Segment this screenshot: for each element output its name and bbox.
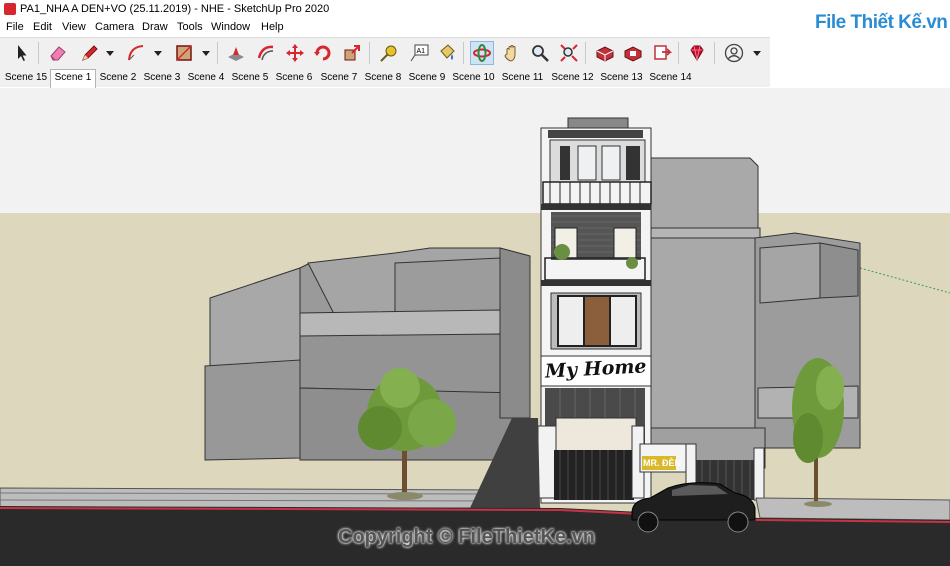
offset-tool[interactable] xyxy=(254,41,278,65)
ruby-icon xyxy=(690,45,704,61)
menu-tools[interactable]: Tools xyxy=(177,21,203,33)
main-toolbar: A1 xyxy=(0,37,770,70)
menu-view[interactable]: View xyxy=(62,21,86,33)
toolbar-separator xyxy=(463,42,464,64)
chevron-down-icon[interactable] xyxy=(153,48,163,58)
scene-tab-3[interactable]: Scene 3 xyxy=(141,70,183,86)
menu-edit[interactable]: Edit xyxy=(33,21,52,33)
scene-tab-10[interactable]: Scene 10 xyxy=(450,70,497,86)
scene-tab-4[interactable]: Scene 4 xyxy=(185,70,227,86)
toolbar-separator xyxy=(369,42,370,64)
scene-tab-2[interactable]: Scene 2 xyxy=(97,70,139,86)
line-tool[interactable] xyxy=(78,41,102,65)
eraser-icon xyxy=(50,46,66,61)
toolbar-separator xyxy=(714,42,715,64)
scene-tab-7[interactable]: Scene 7 xyxy=(318,70,360,86)
scene-tab-12[interactable]: Scene 12 xyxy=(549,70,596,86)
eraser-tool[interactable] xyxy=(46,41,70,65)
toolbar-separator xyxy=(585,42,586,64)
warehouse-tool[interactable] xyxy=(593,41,617,65)
sidewalk-right xyxy=(755,497,950,521)
title-bar: PA1_NHA A DEN+VO (25.11.2019) - NHE - Sk… xyxy=(0,0,950,19)
scene-tabs: Scene 15 Scene 1 Scene 2 Scene 3 Scene 4… xyxy=(0,69,770,88)
scene-tab-13[interactable]: Scene 13 xyxy=(598,70,645,86)
rectangle-icon xyxy=(176,45,192,61)
magnifier-icon xyxy=(532,45,549,62)
text-tool-label: A1 xyxy=(417,48,426,55)
scene-tab-9[interactable]: Scene 9 xyxy=(406,70,448,86)
sidewalk-left xyxy=(0,487,541,509)
scene-tab-8[interactable]: Scene 8 xyxy=(362,70,404,86)
extension-icon xyxy=(624,46,642,62)
account-icon xyxy=(724,43,744,63)
scene-tab-14[interactable]: Scene 14 xyxy=(647,70,694,86)
offset-icon xyxy=(257,45,274,61)
arc-icon xyxy=(128,45,144,61)
scene-tab-15[interactable]: Scene 15 xyxy=(3,70,49,86)
chevron-down-icon[interactable] xyxy=(752,48,762,58)
menu-draw[interactable]: Draw xyxy=(142,21,168,33)
scene-tab-11[interactable]: Scene 11 xyxy=(499,70,546,86)
text-icon: A1 xyxy=(410,44,429,62)
scene-tab-5[interactable]: Scene 5 xyxy=(229,70,271,86)
menu-bar: File Edit View Camera Draw Tools Window … xyxy=(0,19,800,36)
paint-bucket-icon xyxy=(440,44,455,60)
toolbar-separator xyxy=(678,42,679,64)
toolbar-separator xyxy=(217,42,218,64)
move-icon xyxy=(286,44,304,62)
zoom-extents-icon xyxy=(560,44,578,62)
logo-text: File Thiết Kế.vn xyxy=(815,12,948,33)
scale-icon xyxy=(344,45,360,61)
window-title: PA1_NHA A DEN+VO (25.11.2019) - NHE - Sk… xyxy=(20,3,330,15)
3d-model-scene xyxy=(0,117,950,566)
pan-tool[interactable] xyxy=(500,41,524,65)
tape-measure-tool[interactable] xyxy=(377,41,401,65)
push-pull-icon xyxy=(228,47,244,61)
menu-file[interactable]: File xyxy=(6,21,24,33)
shop-sign: MR. ĐÈN xyxy=(643,458,681,468)
zoom-tool[interactable] xyxy=(528,41,552,65)
zoom-extents-tool[interactable] xyxy=(557,41,581,65)
rotate-tool[interactable] xyxy=(311,41,335,65)
orbit-tool[interactable] xyxy=(470,41,494,65)
paint-bucket-tool[interactable] xyxy=(435,41,459,65)
account-tool[interactable] xyxy=(722,41,746,65)
shape-tool[interactable] xyxy=(172,41,196,65)
text-tool[interactable]: A1 xyxy=(407,41,431,65)
scale-tool[interactable] xyxy=(340,41,364,65)
sketchup-app-icon xyxy=(4,3,16,15)
arrow-cursor-icon xyxy=(18,45,27,61)
scene-tab-6[interactable]: Scene 6 xyxy=(273,70,315,86)
tape-measure-icon xyxy=(380,45,397,62)
push-pull-tool[interactable] xyxy=(224,41,248,65)
model-viewport[interactable]: My Home MR. ĐÈN Copyright © FileThietKe.… xyxy=(0,88,950,566)
menu-camera[interactable]: Camera xyxy=(95,21,134,33)
toolbar-separator xyxy=(38,42,39,64)
menu-help[interactable]: Help xyxy=(261,21,284,33)
menu-window[interactable]: Window xyxy=(211,21,250,33)
select-tool[interactable] xyxy=(10,41,34,65)
layout-icon xyxy=(654,45,672,60)
chevron-down-icon[interactable] xyxy=(201,48,211,58)
extension-warehouse-tool[interactable] xyxy=(621,41,645,65)
pencil-icon xyxy=(82,45,98,61)
arc-tool[interactable] xyxy=(124,41,148,65)
scene-tab-1[interactable]: Scene 1 xyxy=(50,69,96,88)
ruby-console-tool[interactable] xyxy=(685,41,709,65)
chevron-down-icon[interactable] xyxy=(105,48,115,58)
rotate-icon xyxy=(314,45,331,61)
warehouse-icon xyxy=(596,46,614,62)
copyright-watermark: Copyright © FileThietKe.vn xyxy=(338,526,595,548)
orbit-icon xyxy=(473,44,491,62)
move-tool[interactable] xyxy=(283,41,307,65)
send-to-layout-tool[interactable] xyxy=(650,41,674,65)
hand-icon xyxy=(504,45,516,62)
